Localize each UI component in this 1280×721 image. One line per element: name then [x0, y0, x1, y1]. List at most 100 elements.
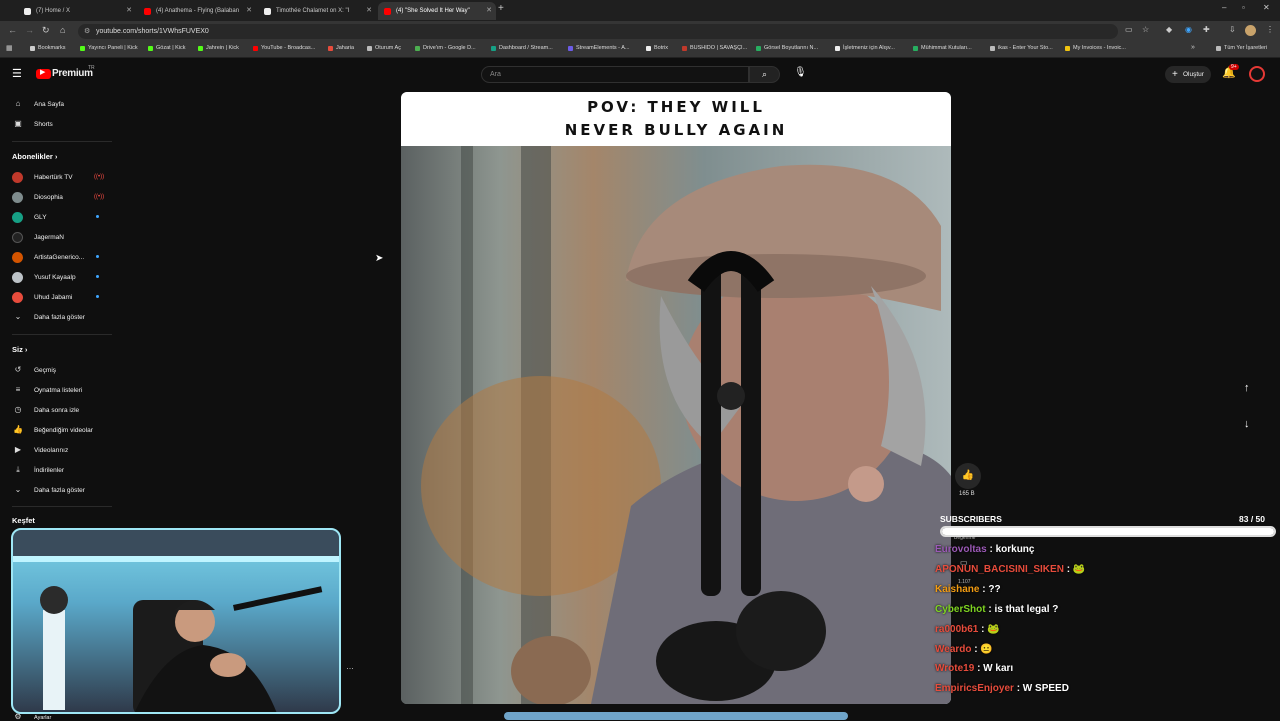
bookmark-item[interactable]: BUSHIDO | SAVAŞÇI...: [682, 45, 747, 51]
browser-tab[interactable]: (7) Home / X ✕: [18, 2, 136, 20]
bookmark-item[interactable]: YouTube - Broadcas...: [253, 45, 315, 51]
shorts-icon: ▣: [14, 119, 22, 128]
sidebar-item-subscription[interactable]: Diosophia: [12, 192, 63, 203]
goal-progress-fill: [942, 528, 1274, 535]
bookmark-item[interactable]: Jaharia: [328, 45, 354, 51]
next-short-button[interactable]: ↓: [1244, 418, 1250, 430]
minimize-icon[interactable]: –: [1222, 3, 1226, 12]
bookmark-item[interactable]: Yayıncı Paneli | Kick: [80, 45, 138, 51]
chat-username: Wrote19: [935, 663, 975, 674]
close-tab-icon[interactable]: ✕: [486, 2, 492, 20]
browser-tab-bar: (7) Home / X ✕ (4) Anathema - Flying (Ba…: [0, 0, 1280, 21]
show-more-button[interactable]: ⌄ Daha fazla göster: [12, 312, 85, 321]
sidebar-item-subscription[interactable]: Habertürk TV: [12, 172, 73, 183]
you-heading[interactable]: Siz ›: [12, 345, 27, 354]
profile-avatar[interactable]: [1245, 25, 1256, 36]
bookmark-item[interactable]: Botrix: [646, 45, 668, 51]
bookmark-item[interactable]: Bookmarks: [30, 45, 66, 51]
extension-icon[interactable]: ◆: [1166, 25, 1172, 34]
sidebar-item-home[interactable]: ⌂ Ana Sayfa: [12, 99, 64, 108]
previous-short-button[interactable]: ↑: [1244, 382, 1250, 394]
chat-username: APONUN_BACISINI_SIKEN: [935, 564, 1064, 575]
bookmark-star-icon[interactable]: ☆: [1142, 25, 1149, 34]
browser-tab[interactable]: (4) Anathema - Flying (Balaban ✕: [138, 2, 256, 20]
all-bookmarks-folder[interactable]: Tüm Yer İşaretleri: [1216, 45, 1267, 51]
bookmark-item[interactable]: Drive'ım - Google D...: [415, 45, 476, 51]
chat-message: Wrote19 : W karı: [935, 663, 1013, 674]
bookmark-item[interactable]: Oturum Aç: [367, 45, 401, 51]
apps-icon[interactable]: ▦: [6, 44, 13, 52]
microphone-icon[interactable]: 🎙: [794, 67, 807, 78]
install-icon[interactable]: ▭: [1125, 25, 1133, 34]
subscriber-goal-value: 83 / 50: [1239, 514, 1265, 524]
notification-badge: 9+: [1229, 64, 1239, 70]
maximize-icon[interactable]: ▫: [1242, 3, 1245, 12]
site-info-icon[interactable]: ⚙: [84, 24, 90, 39]
channel-avatar: [12, 192, 23, 203]
logo-text: Premium: [52, 68, 93, 79]
bookmark-item[interactable]: İşletmeniz için Alışv...: [835, 45, 895, 51]
sidebar-item-history[interactable]: ↺ Geçmiş: [12, 365, 56, 374]
bookmark-item[interactable]: My Invoices - Invoic...: [1065, 45, 1126, 51]
bookmark-item[interactable]: Dashboard / Stream...: [491, 45, 553, 51]
sidebar-item-subscription[interactable]: JagermaN: [12, 232, 64, 243]
audio-icon[interactable]: ◉: [1185, 25, 1192, 34]
sidebar-item-subscription[interactable]: Yusuf Kayaalp: [12, 272, 76, 283]
new-tab-icon[interactable]: +: [498, 3, 504, 14]
search-button[interactable]: ⌕: [749, 66, 780, 83]
tab-title: (4) Anathema - Flying (Balaban: [156, 8, 240, 14]
playlist-icon: ≡: [15, 385, 21, 394]
show-more-button[interactable]: ⌄ Daha fazla göster: [12, 485, 85, 494]
browser-tab-active[interactable]: (4) "She Solved It Her Way" ✕: [378, 2, 496, 20]
subscriptions-heading[interactable]: Abonelikler ›: [12, 152, 57, 161]
browser-tab[interactable]: Timothée Chalamet on X: "I ✕: [258, 2, 376, 20]
sidebar-item-subscription[interactable]: GLY: [12, 212, 47, 223]
downloads-icon[interactable]: ⇩: [1229, 25, 1236, 34]
hamburger-menu-icon[interactable]: ☰: [12, 67, 22, 80]
sidebar-item-liked-videos[interactable]: 👍 Beğendiğim videolar: [12, 425, 93, 434]
close-window-icon[interactable]: ✕: [1263, 3, 1270, 12]
bookmark-item[interactable]: Görsel Boyutlarını N...: [756, 45, 818, 51]
bookmark-item[interactable]: Mühimmat Kutuları...: [913, 45, 972, 51]
more-bookmarks-icon[interactable]: »: [1191, 44, 1195, 51]
channel-avatar: [12, 212, 23, 223]
forward-icon[interactable]: →: [25, 25, 34, 35]
bookmark-item[interactable]: ikas - Enter Your Sto...: [990, 45, 1053, 51]
chat-text: : korkunç: [989, 544, 1035, 555]
arrow-down-icon: ↓: [1244, 418, 1250, 430]
menu-icon[interactable]: ⋮: [1266, 25, 1274, 34]
bookmark-item[interactable]: Gözat | Kick: [148, 45, 186, 51]
sidebar-item-subscription[interactable]: ArtistaGenerico...: [12, 252, 84, 263]
sidebar-item-watch-later[interactable]: ◷ Daha sonra izle: [12, 405, 80, 414]
search-input[interactable]: Ara: [481, 66, 749, 83]
reload-icon[interactable]: ↻: [42, 25, 50, 36]
close-tab-icon[interactable]: ✕: [126, 2, 132, 20]
chat-message: ra000b61 : 🐸: [935, 624, 1000, 635]
create-button[interactable]: + Oluştur: [1165, 66, 1211, 83]
subscriber-goal-label: SUBSCRIBERS: [940, 514, 1002, 524]
like-button[interactable]: 👍: [955, 463, 981, 489]
address-bar[interactable]: ⚙ youtube.com/shorts/1VWhsFUVEX0: [78, 24, 1118, 39]
extensions-puzzle-icon[interactable]: ✚: [1203, 25, 1210, 34]
more-options-icon[interactable]: …: [346, 662, 354, 671]
account-avatar[interactable]: [1249, 66, 1265, 82]
next-short-preview[interactable]: [504, 712, 848, 720]
bookmark-item[interactable]: StreamElements - A...: [568, 45, 630, 51]
subscriber-goal-bar: [940, 526, 1276, 537]
divider: [12, 334, 112, 335]
sidebar-item-downloads[interactable]: ⤓ İndirilenler: [12, 465, 64, 475]
back-icon[interactable]: ←: [8, 25, 17, 35]
sidebar-item-playlists[interactable]: ≡ Oynatma listeleri: [12, 385, 83, 394]
sidebar-item-shorts[interactable]: ▣ Shorts: [12, 119, 53, 128]
thumbs-up-icon: 👍: [13, 425, 23, 434]
sidebar-item-subscription[interactable]: Uhud Jabami: [12, 292, 72, 303]
home-icon[interactable]: ⌂: [60, 25, 65, 35]
new-content-dot: [96, 295, 99, 298]
short-video-player[interactable]: POV: THEY WILL NEVER BULLY AGAIN: [401, 92, 951, 704]
close-tab-icon[interactable]: ✕: [246, 2, 252, 20]
bookmark-item[interactable]: Jahrein | Kick: [198, 45, 239, 51]
new-content-dot: [96, 255, 99, 258]
sidebar-item-your-videos[interactable]: ▶ Videolarınız: [12, 445, 68, 454]
close-tab-icon[interactable]: ✕: [366, 2, 372, 20]
browser-toolbar: ← → ↻ ⌂ ⚙ youtube.com/shorts/1VWhsFUVEX0…: [0, 21, 1280, 42]
